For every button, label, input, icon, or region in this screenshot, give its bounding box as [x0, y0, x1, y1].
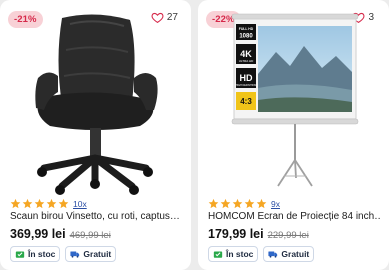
old-price: 229,99 lei [267, 230, 309, 241]
full-hd-label: FULL HD [239, 27, 254, 31]
product-image-projector-screen[interactable]: FULL HD 1080 4K ULTRA HD HD HIGH DEFINIT… [198, 10, 389, 195]
hd-label: HD [240, 73, 253, 83]
star-icon [22, 198, 33, 209]
product-title[interactable]: HOMCOM Ecran de Proiecție 84 inch… [208, 211, 381, 222]
resolution-label: 1080 [239, 34, 253, 40]
current-price: 179,99 lei [208, 227, 264, 241]
high-definition-label: HIGH DEFINITION [236, 84, 256, 87]
star-icon [58, 198, 69, 209]
in-stock-label: În stoc [226, 249, 254, 259]
star-icon [10, 198, 21, 209]
star-icon [208, 198, 219, 209]
rating-stars: 10x [10, 198, 87, 209]
star-icon [232, 198, 243, 209]
4k-label: 4K [240, 49, 252, 59]
free-shipping-label: Gratuit [83, 249, 112, 259]
aspect-ratio-label: 4:3 [240, 97, 252, 106]
current-price: 369,99 lei [10, 227, 66, 241]
stock-check-icon [15, 251, 25, 258]
delivery-truck-icon [268, 251, 278, 258]
product-image-chair[interactable] [0, 10, 191, 195]
old-price: 469,99 lei [69, 230, 111, 241]
availability-tags: În stoc Gratuit [10, 246, 117, 262]
free-shipping-label: Gratuit [281, 249, 310, 259]
rating-stars: 9x [208, 198, 280, 209]
product-card-chair[interactable]: -21% 27 10x Scaun birou Vinsetto, cu rot… [0, 0, 191, 270]
ultra-hd-label: ULTRA HD [239, 59, 254, 63]
stock-check-icon [213, 251, 223, 258]
availability-tags: În stoc Gratuit [208, 246, 315, 262]
delivery-truck-icon [70, 251, 80, 258]
free-shipping-tag: Gratuit [263, 246, 315, 262]
star-icon [34, 198, 45, 209]
star-icon [244, 198, 255, 209]
star-icon [256, 198, 267, 209]
in-stock-label: În stoc [28, 249, 56, 259]
star-icon [46, 198, 57, 209]
star-icon [220, 198, 231, 209]
reviews-link[interactable]: 10x [73, 199, 87, 209]
in-stock-tag: În stoc [208, 246, 259, 262]
in-stock-tag: În stoc [10, 246, 61, 262]
price-row: 369,99 lei 469,99 lei [10, 227, 111, 241]
price-row: 179,99 lei 229,99 lei [208, 227, 309, 241]
free-shipping-tag: Gratuit [65, 246, 117, 262]
reviews-link[interactable]: 9x [271, 199, 280, 209]
product-card-projector-screen[interactable]: -22% 3 FULL HD 1080 4K ULTRA HD HD HIGH … [198, 0, 389, 270]
product-title[interactable]: Scaun birou Vinsetto, cu roti, captus… [10, 211, 183, 222]
